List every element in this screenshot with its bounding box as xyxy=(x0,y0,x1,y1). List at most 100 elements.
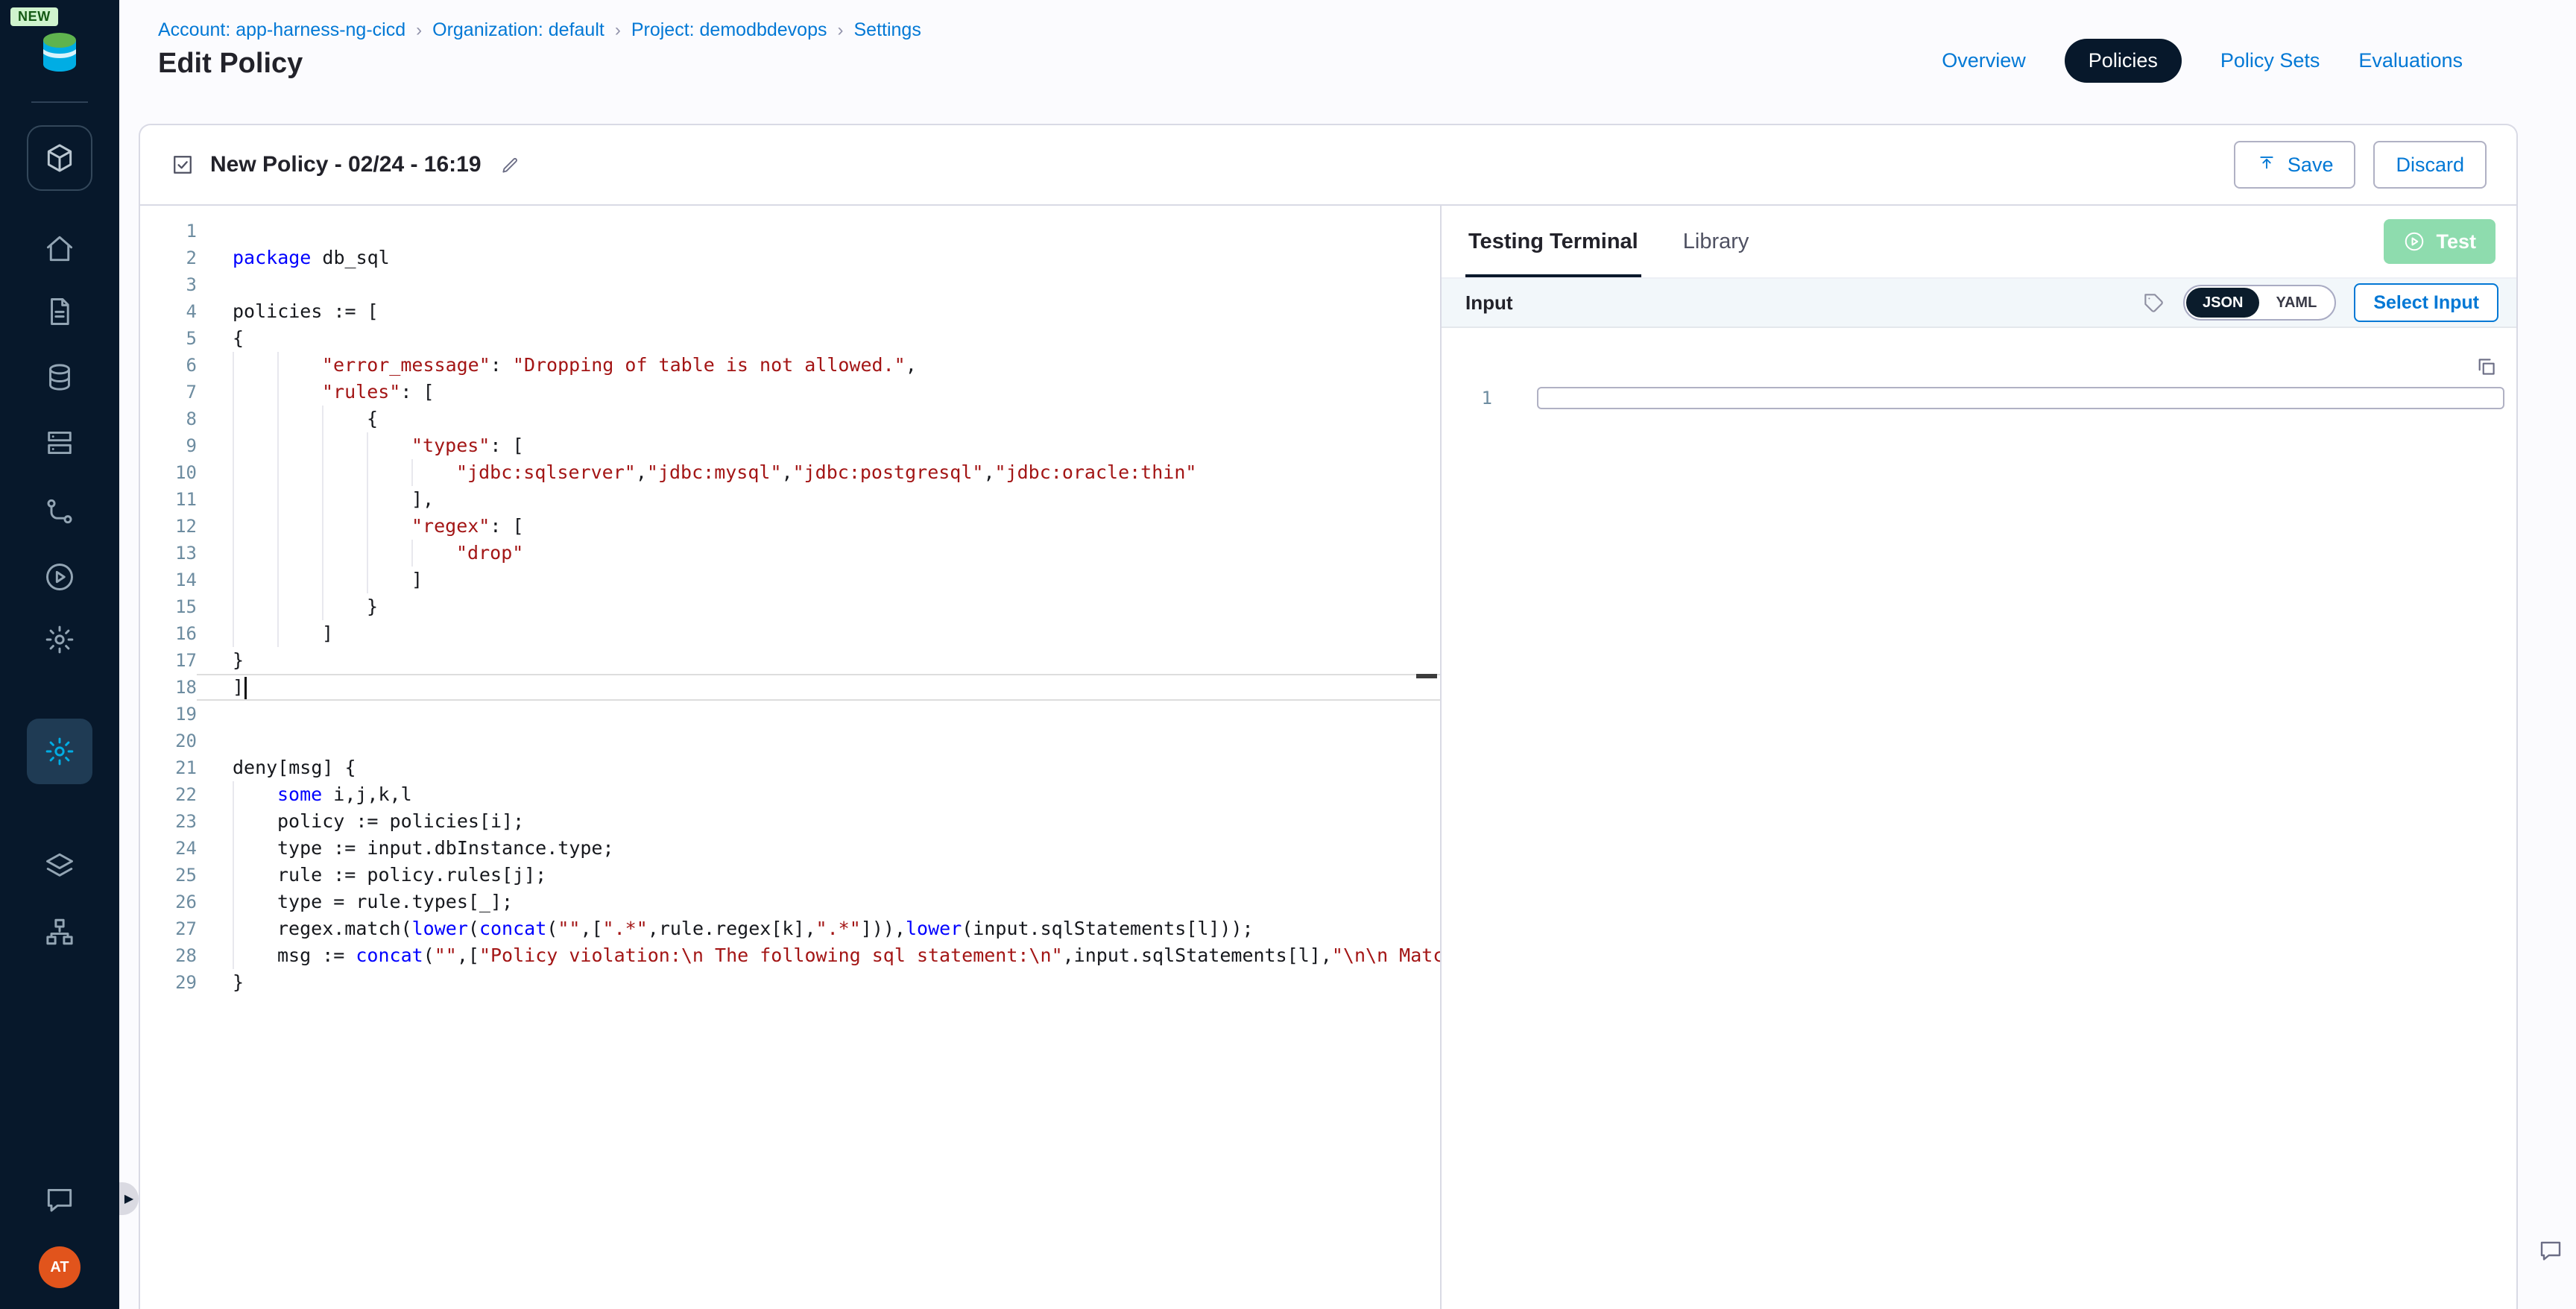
code-line-21[interactable]: 21deny[msg] { xyxy=(140,754,1440,781)
format-yaml-toggle[interactable]: YAML xyxy=(2259,288,2333,318)
code-line-7[interactable]: 7"rules": [ xyxy=(140,379,1440,406)
code-line-17[interactable]: 17} xyxy=(140,647,1440,674)
indent-guide xyxy=(277,432,322,459)
sidebar-bottom-icons xyxy=(43,1184,76,1217)
code-content xyxy=(197,701,1440,728)
code-line-9[interactable]: 9"types": [ xyxy=(140,432,1440,459)
chat-support-icon[interactable] xyxy=(43,1184,76,1217)
discard-button[interactable]: Discard xyxy=(2373,141,2487,189)
indent-guide xyxy=(367,513,411,540)
code-line-10[interactable]: 10"jdbc:sqlserver","jdbc:mysql","jdbc:po… xyxy=(140,459,1440,486)
terminal-tab-testing-terminal[interactable]: Testing Terminal xyxy=(1465,206,1641,277)
indent-guide xyxy=(233,593,277,620)
code-line-19[interactable]: 19 xyxy=(140,701,1440,728)
save-button[interactable]: Save xyxy=(2234,141,2356,189)
breadcrumb-item[interactable]: Organization: default xyxy=(432,19,604,41)
org-structure-icon[interactable] xyxy=(43,915,76,948)
code-line-16[interactable]: 16] xyxy=(140,620,1440,647)
copy-icon[interactable] xyxy=(2475,355,2498,379)
home-icon[interactable] xyxy=(43,233,76,265)
executions-icon[interactable] xyxy=(43,561,76,593)
code-token: "" xyxy=(558,918,580,939)
tag-icon[interactable] xyxy=(2141,291,2165,315)
pipelines-icon[interactable] xyxy=(43,495,76,528)
code-line-8[interactable]: 8{ xyxy=(140,406,1440,432)
code-line-11[interactable]: 11], xyxy=(140,486,1440,513)
code-content: "error_message": "Dropping of table is n… xyxy=(197,352,1440,379)
code-line-4[interactable]: 4policies := [ xyxy=(140,298,1440,325)
database-icon[interactable] xyxy=(43,361,76,394)
harness-logo[interactable] xyxy=(33,25,86,79)
nav-tab-policy-sets[interactable]: Policy Sets xyxy=(2220,49,2320,72)
indent-guide xyxy=(277,567,322,593)
code-content: { xyxy=(197,406,1440,432)
breadcrumb-item[interactable]: Settings xyxy=(854,19,921,41)
indent-guide xyxy=(233,459,277,486)
code-line-15[interactable]: 15} xyxy=(140,593,1440,620)
code-token: , xyxy=(983,461,994,483)
code-line-26[interactable]: 26type = rule.types[_]; xyxy=(140,889,1440,915)
code-token: "jdbc:postgresql" xyxy=(793,461,984,483)
code-line-22[interactable]: 22some i,j,k,l xyxy=(140,781,1440,808)
code-line-23[interactable]: 23policy := policies[i]; xyxy=(140,808,1440,835)
test-play-icon xyxy=(2403,230,2425,253)
code-content: deny[msg] { xyxy=(197,754,1440,781)
input-json-field[interactable] xyxy=(1537,387,2504,409)
select-input-button[interactable]: Select Input xyxy=(2354,283,2498,322)
input-editor[interactable]: 1 xyxy=(1442,328,2516,1309)
breadcrumb: Account: app-harness-ng-cicd › Organizatio… xyxy=(158,19,921,41)
nav-tab-overview[interactable]: Overview xyxy=(1942,49,2026,72)
code-line-3[interactable]: 3 xyxy=(140,271,1440,298)
code-line-18[interactable]: 18] xyxy=(140,674,1440,701)
collapse-expand-icon[interactable]: ▶ xyxy=(119,1182,139,1215)
code-token: "types" xyxy=(411,435,490,456)
code-line-2[interactable]: 2package db_sql xyxy=(140,245,1440,271)
line-number: 19 xyxy=(140,701,197,728)
terminal-tab-library[interactable]: Library xyxy=(1680,206,1752,277)
code-line-27[interactable]: 27regex.match(lower(concat("",[".*",rule… xyxy=(140,915,1440,942)
edit-name-icon[interactable] xyxy=(499,154,520,175)
code-line-25[interactable]: 25rule := policy.rules[j]; xyxy=(140,862,1440,889)
code-line-14[interactable]: 14] xyxy=(140,567,1440,593)
line-number: 24 xyxy=(140,835,197,862)
help-chat-icon[interactable] xyxy=(2537,1237,2564,1264)
format-json-toggle[interactable]: JSON xyxy=(2186,288,2259,318)
code-line-29[interactable]: 29} xyxy=(140,969,1440,996)
code-token: : [ xyxy=(490,515,523,537)
test-button[interactable]: Test xyxy=(2384,219,2496,264)
code-line-6[interactable]: 6"error_message": "Dropping of table is … xyxy=(140,352,1440,379)
file-icon[interactable] xyxy=(43,295,76,328)
breadcrumb-item[interactable]: Account: app-harness-ng-cicd xyxy=(158,19,405,41)
code-line-28[interactable]: 28msg := concat("",["Policy violation:\n… xyxy=(140,942,1440,969)
code-line-12[interactable]: 12"regex": [ xyxy=(140,513,1440,540)
code-content: rule := policy.rules[j]; xyxy=(197,862,1440,889)
format-toggle: JSONYAML xyxy=(2183,285,2336,321)
breadcrumb-item[interactable]: Project: demodbdevops xyxy=(631,19,827,41)
indent-guide xyxy=(322,406,367,432)
avatar[interactable]: AT xyxy=(39,1246,80,1288)
input-bar: Input JSONYAML Select Input xyxy=(1442,277,2516,328)
test-label: Test xyxy=(2436,230,2476,253)
indent-guide xyxy=(277,459,322,486)
code-content xyxy=(197,728,1440,754)
code-line-20[interactable]: 20 xyxy=(140,728,1440,754)
settings-gear-icon[interactable] xyxy=(43,623,76,656)
indent-guide xyxy=(322,540,367,567)
breadcrumb-separator: › xyxy=(838,20,844,41)
code-line-1[interactable]: 1 xyxy=(140,218,1440,245)
module-switcher-cube-icon[interactable] xyxy=(27,125,92,191)
nav-tab-evaluations[interactable]: Evaluations xyxy=(2358,49,2463,72)
code-content xyxy=(197,271,1440,298)
code-token: { xyxy=(367,408,378,429)
rego-code-editor[interactable]: 12package db_sql34policies := [5{6"error… xyxy=(140,206,1442,1309)
nav-tab-policies[interactable]: Policies xyxy=(2065,39,2182,83)
indent-guide xyxy=(322,567,367,593)
code-line-13[interactable]: 13"drop" xyxy=(140,540,1440,567)
servers-icon[interactable] xyxy=(43,426,76,459)
layers-icon[interactable] xyxy=(43,850,76,883)
code-line-5[interactable]: 5{ xyxy=(140,325,1440,352)
line-number: 27 xyxy=(140,915,197,942)
code-line-24[interactable]: 24type := input.dbInstance.type; xyxy=(140,835,1440,862)
project-settings-gear-icon[interactable] xyxy=(27,719,92,784)
testing-pane: Testing Terminal Library Test Input JSONY… xyxy=(1442,206,2516,1309)
